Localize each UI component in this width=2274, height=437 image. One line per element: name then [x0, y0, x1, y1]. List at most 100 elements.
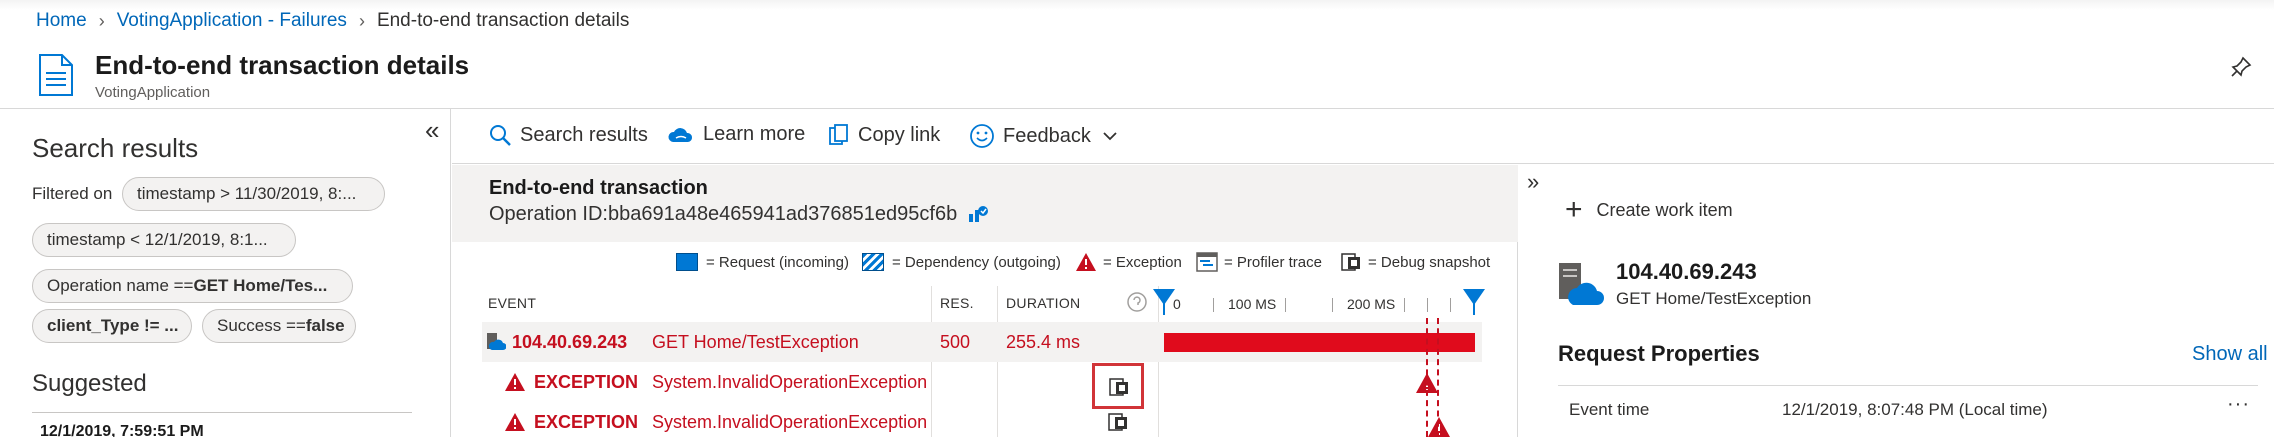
legend-dependency: = Dependency (outgoing): [862, 250, 1061, 274]
exception-time-line: [1437, 318, 1439, 437]
document-icon: [39, 54, 73, 96]
more-options-button[interactable]: ···: [2227, 393, 2250, 416]
event-time-label: Event time: [1569, 400, 1650, 419]
filter-pill-value: client_Type != ...: [47, 316, 179, 335]
filter-pill-operation-name[interactable]: Operation name == GET Home/Tes...: [32, 269, 353, 303]
timeline-tick-mark: [1213, 298, 1214, 312]
row-name: GET Home/TestException: [652, 332, 859, 352]
copy-link-button[interactable]: Copy link: [828, 123, 940, 147]
command-bar: Search results Learn more Copy link Feed…: [452, 109, 2274, 164]
legend-label: = Dependency (outgoing): [892, 253, 1061, 271]
page-title: End-to-end transaction details: [95, 50, 470, 80]
request-route: GET Home/TestException: [1616, 289, 1812, 308]
filtered-on-label: Filtered on: [32, 184, 113, 203]
duration-bar[interactable]: [1164, 333, 1475, 352]
breadcrumb-separator: ›: [98, 10, 105, 31]
column-header-event[interactable]: EVENT: [488, 295, 536, 311]
debug-snapshot-icon: [1109, 378, 1128, 396]
timeline-tick-mark: [1332, 298, 1333, 312]
legend-label: = Exception: [1103, 253, 1182, 271]
details-panel: » + Create work item 104.40.69.243 GET H…: [1519, 165, 2274, 437]
help-icon[interactable]: [1126, 291, 1148, 313]
feedback-label: Feedback: [1003, 124, 1091, 147]
row-event: EXCEPTION: [534, 412, 639, 432]
exception-icon: [505, 413, 525, 431]
cloud-book-icon: [668, 127, 693, 142]
timeline-tick-mark: [1450, 298, 1451, 312]
table-row-request[interactable]: 104.40.69.243 GET Home/TestException 500…: [482, 322, 1482, 362]
filter-pill-value: GET Home/Tes...: [193, 276, 328, 295]
profiler-trace-icon: [1196, 252, 1218, 272]
legend-debug-snapshot: = Debug snapshot: [1340, 250, 1490, 274]
breadcrumb-separator: ›: [358, 10, 365, 31]
row-event: EXCEPTION: [534, 372, 639, 392]
timeline-end-marker-icon[interactable]: [1461, 287, 1487, 315]
filter-pill-timestamp-start[interactable]: timestamp > 11/30/2019, 8:...: [122, 177, 385, 211]
filter-pill-client-type[interactable]: client_Type != ...: [32, 309, 192, 343]
debug-snapshot-icon[interactable]: [1107, 412, 1129, 432]
filter-pill-value: false: [305, 316, 345, 335]
filter-pill-success[interactable]: Success == false: [202, 309, 356, 343]
row-name: System.InvalidOperationException: [652, 412, 928, 432]
transaction-header: End-to-end transaction Operation ID: bba…: [452, 165, 1518, 242]
timeline-tick-200: 200 MS: [1347, 296, 1396, 312]
timeline-tick-0: 0: [1173, 296, 1181, 312]
row-name: System.InvalidOperationException: [652, 372, 928, 392]
operation-id-value: bba691a48e465941ad376851ed95cf6b: [607, 203, 958, 225]
row-duration: 255.4 ms: [1006, 332, 1081, 352]
search-results-button[interactable]: Search results: [488, 123, 648, 147]
search-results-panel: « Search results Filtered on timestamp >…: [0, 109, 451, 437]
feedback-button[interactable]: Feedback: [969, 123, 1119, 149]
page-subtitle: VotingApplication: [95, 84, 211, 101]
create-work-item-label: Create work item: [1596, 199, 1733, 220]
request-swatch: [676, 253, 698, 271]
server-cloud-icon: [1559, 263, 1604, 305]
filter-pill-text: timestamp < 12/1/2019, 8:1...: [47, 230, 268, 249]
legend-label: = Request (incoming): [706, 253, 849, 271]
collapse-panel-button[interactable]: «: [425, 115, 439, 146]
exception-time-line: [1426, 318, 1428, 437]
expand-panel-button[interactable]: »: [1527, 169, 1539, 195]
chevron-down-icon: [1103, 132, 1117, 141]
table-row-exception[interactable]: EXCEPTION System.InvalidOperationExcepti…: [482, 362, 1482, 409]
legend-request: = Request (incoming): [676, 250, 849, 274]
column-header-duration[interactable]: DURATION: [1006, 295, 1080, 311]
search-results-label: Search results: [520, 123, 648, 146]
learn-more-label: Learn more: [703, 123, 806, 145]
plus-icon: +: [1565, 193, 1583, 226]
row-event: 104.40.69.243: [512, 332, 628, 352]
filter-pill-text: timestamp > 11/30/2019, 8:...: [137, 184, 357, 203]
create-work-item-button[interactable]: + Create work item: [1565, 193, 1733, 227]
smiley-icon: [970, 124, 994, 148]
properties-divider: [1558, 385, 2258, 386]
chart-link-icon[interactable]: [967, 204, 989, 226]
exception-marker-icon[interactable]: [1427, 416, 1451, 437]
timeline-tick-mark: [1427, 298, 1428, 312]
suggested-item[interactable]: 12/1/2019, 7:59:51 PM: [40, 423, 204, 437]
learn-more-button[interactable]: Learn more: [667, 123, 805, 146]
debug-snapshot-icon: [1341, 253, 1360, 271]
request-ip: 104.40.69.243: [1616, 259, 1757, 284]
pin-icon[interactable]: [2230, 56, 2252, 78]
legend-profiler: = Profiler trace: [1196, 250, 1322, 274]
breadcrumb: Home › VotingApplication - Failures › En…: [36, 0, 629, 42]
search-results-title: Search results: [32, 133, 199, 163]
show-all-link[interactable]: Show all: [2192, 343, 2268, 366]
filter-pill-prefix: Success ==: [217, 316, 306, 335]
column-header-res[interactable]: RES.: [940, 295, 974, 311]
table-row-exception[interactable]: EXCEPTION System.InvalidOperationExcepti…: [482, 402, 1482, 437]
breadcrumb-app[interactable]: VotingApplication - Failures: [117, 10, 347, 32]
timeline-tick-100: 100 MS: [1228, 296, 1277, 312]
server-icon: [487, 333, 506, 350]
operation-id-label: Operation ID:: [489, 203, 608, 225]
dependency-swatch: [862, 253, 884, 271]
exception-icon: [1076, 253, 1096, 271]
filter-pill-timestamp-end[interactable]: timestamp < 12/1/2019, 8:1...: [32, 223, 296, 257]
breadcrumb-home[interactable]: Home: [36, 10, 87, 32]
legend-exception: = Exception: [1075, 250, 1182, 274]
timeline-tick-mark: [1285, 298, 1286, 312]
legend-label: = Debug snapshot: [1368, 253, 1491, 271]
search-icon: [490, 125, 511, 146]
suggested-title: Suggested: [32, 370, 147, 397]
request-properties-title: Request Properties: [1558, 341, 1760, 366]
